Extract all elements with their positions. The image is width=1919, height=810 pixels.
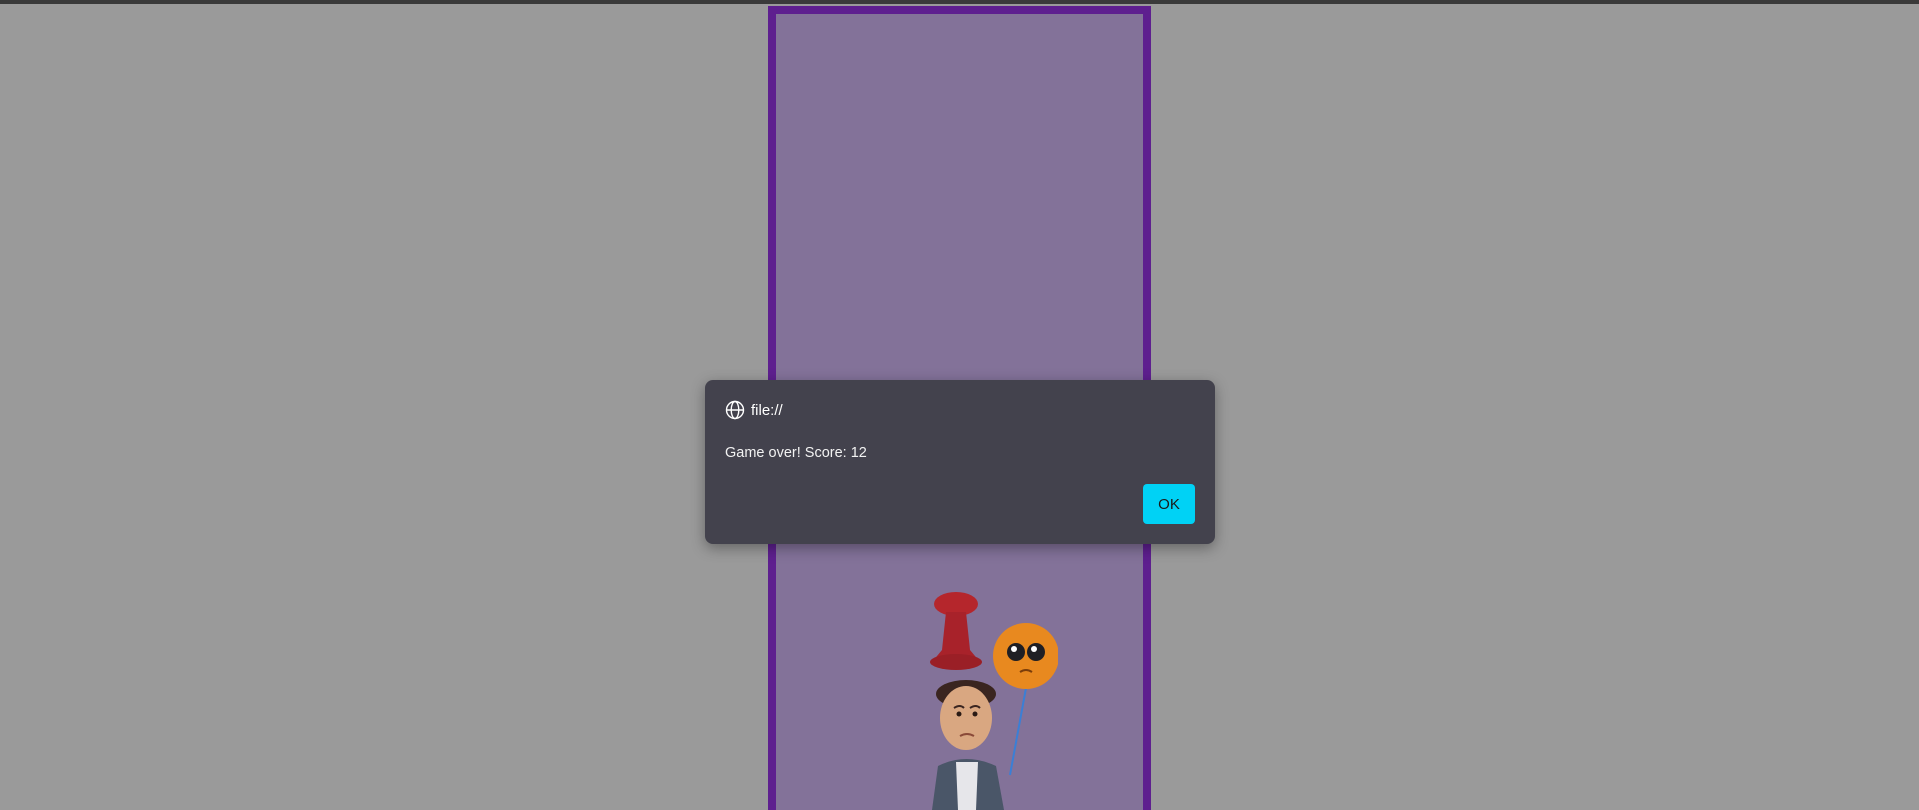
alert-dialog: file:// Game over! Score: 12 OK [705, 380, 1215, 544]
dialog-origin: file:// [751, 401, 783, 419]
ok-button[interactable]: OK [1143, 484, 1195, 524]
dialog-message: Game over! Score: 12 [725, 445, 867, 461]
dialog-header: file:// [725, 400, 783, 420]
globe-icon [725, 400, 745, 420]
